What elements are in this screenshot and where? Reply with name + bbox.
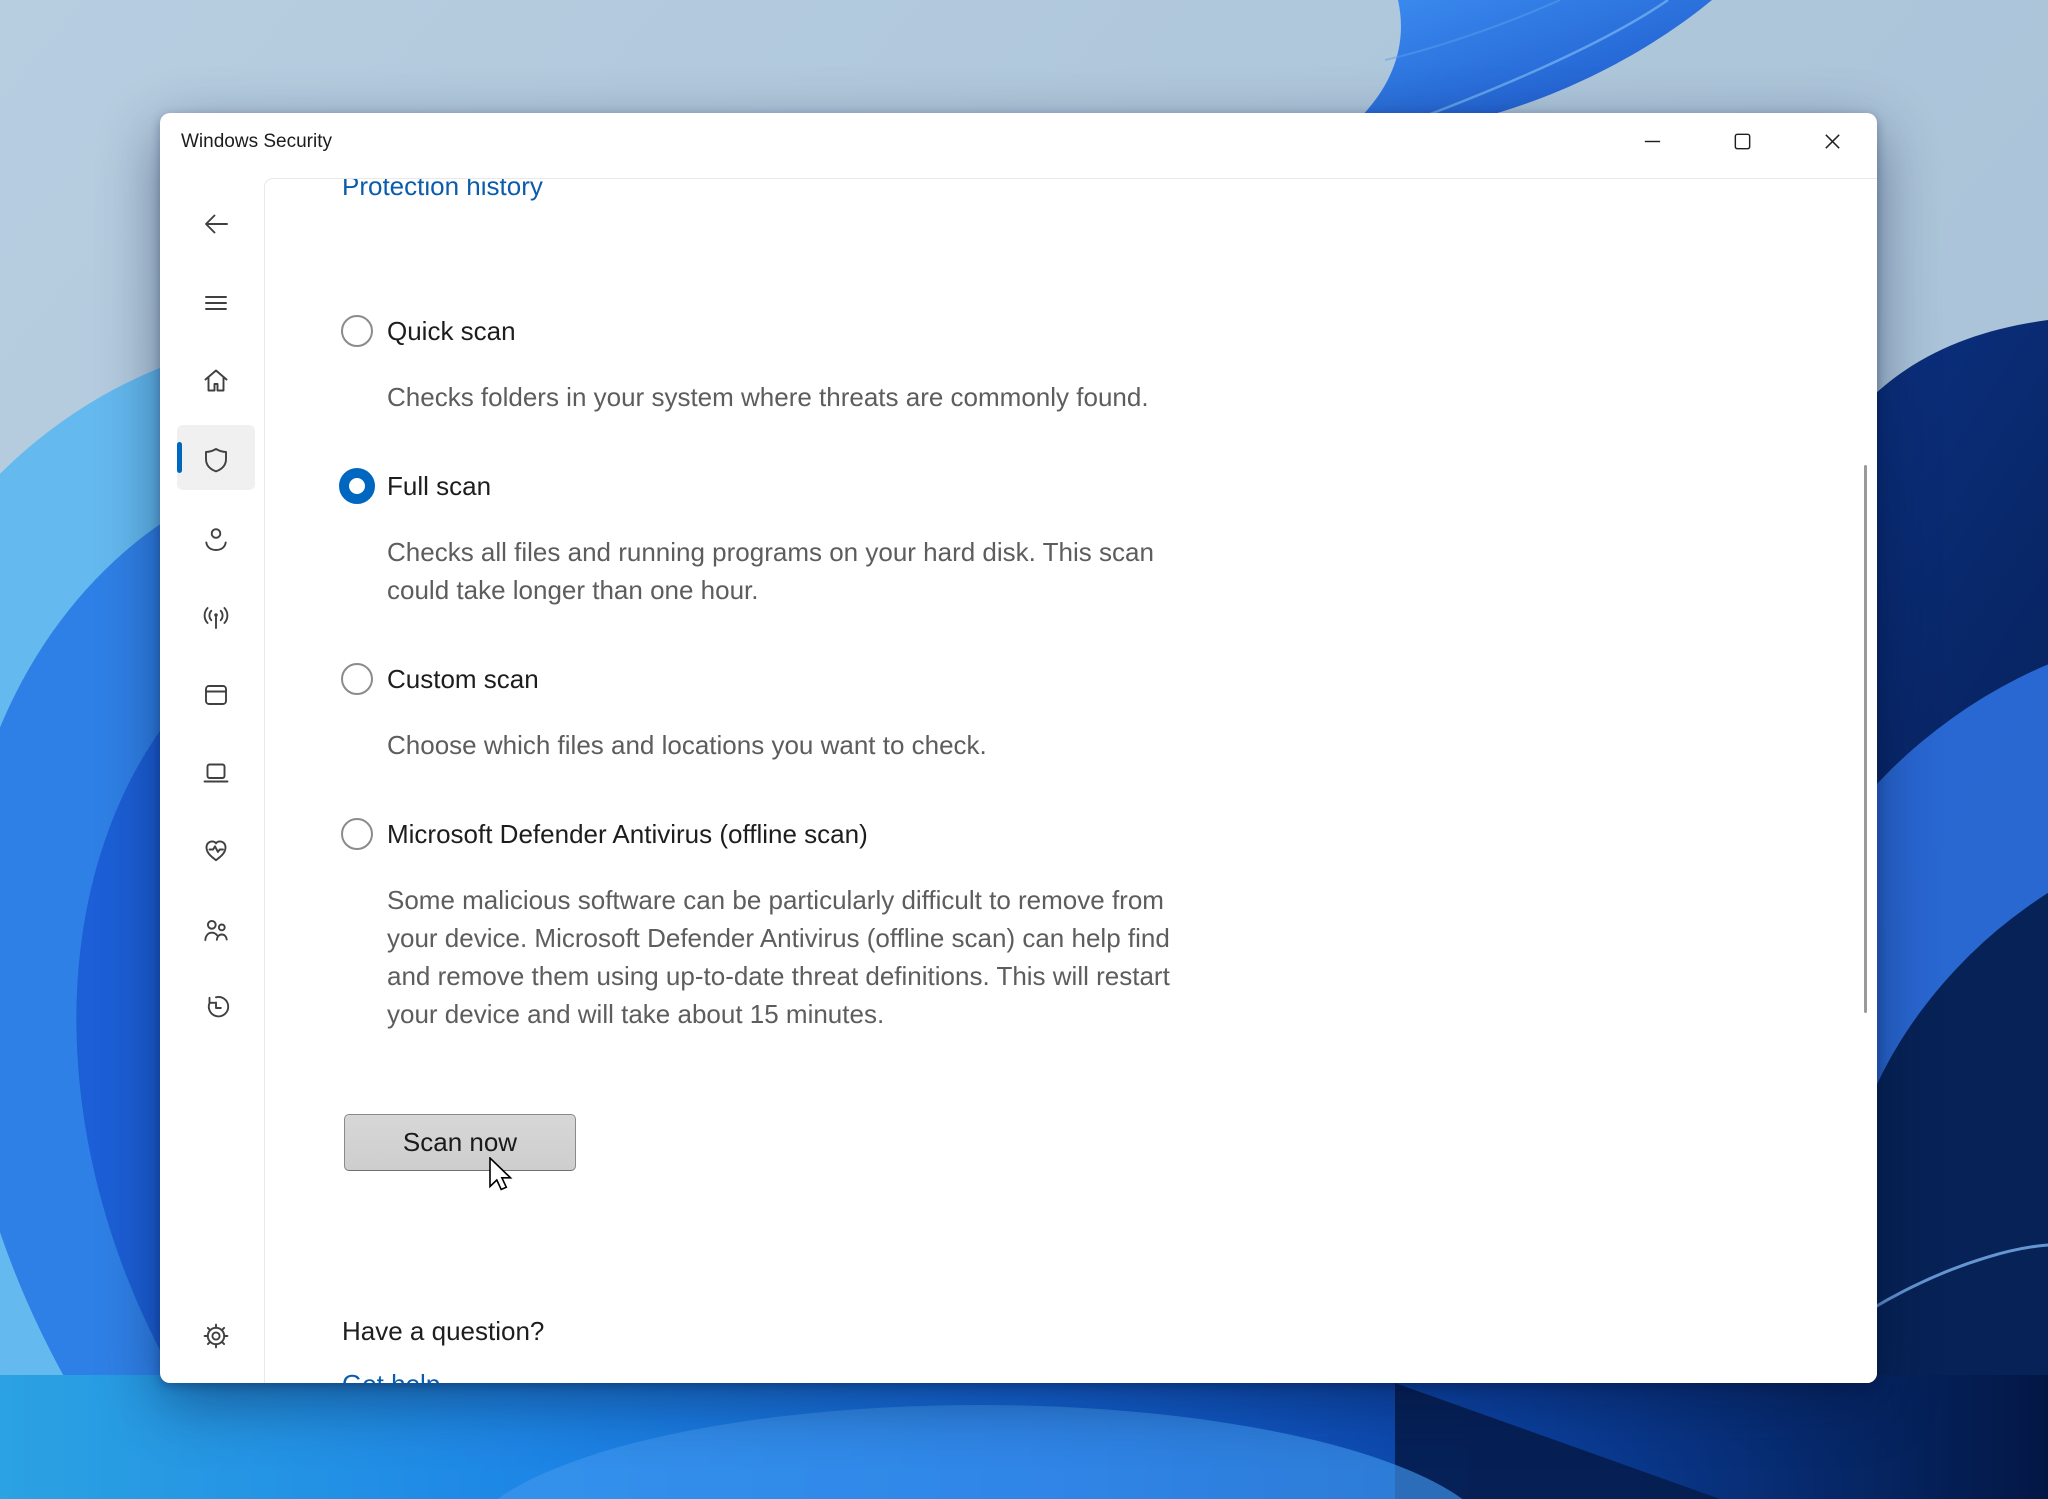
sidebar-item-app-browser-control[interactable] <box>200 679 232 711</box>
scan-now-button[interactable]: Scan now <box>344 1114 576 1171</box>
desktop: Windows Security Protection history Quic… <box>0 0 2048 1499</box>
option-label-microsoft-defender-antivirus-offline-scan[interactable]: Microsoft Defender Antivirus (offline sc… <box>387 815 1299 853</box>
content-card: Protection history Quick scan Checks fold… <box>264 178 1877 1383</box>
person-icon <box>205 528 227 551</box>
sidebar-item-home[interactable] <box>200 365 232 397</box>
laptop-icon <box>203 763 229 783</box>
scan-options-group: Quick scan Checks folders in your system … <box>339 312 1299 1084</box>
home-icon <box>204 369 228 392</box>
option-description-quick-scan: Checks folders in your system where thre… <box>387 382 1149 412</box>
sidebar-item-virus-threat-protection[interactable] <box>200 444 232 476</box>
scan-option-custom-scan: Custom scan Choose which files and locati… <box>339 660 1299 764</box>
sidebar-item-family-options[interactable] <box>200 914 232 946</box>
gear-icon <box>203 1323 229 1349</box>
menu-button[interactable] <box>200 287 232 319</box>
close-button[interactable] <box>1787 113 1877 170</box>
titlebar: Windows Security <box>160 113 1877 170</box>
app-window-icon <box>205 685 227 705</box>
minimize-button[interactable] <box>1607 113 1697 170</box>
sidebar-item-account-protection[interactable] <box>200 523 232 555</box>
maximize-icon <box>1734 133 1750 150</box>
scan-option-quick-scan: Quick scan Checks folders in your system … <box>339 312 1299 416</box>
radio-full-scan[interactable] <box>339 468 375 504</box>
mouse-cursor <box>489 1157 513 1191</box>
sidebar-item-device-performance-health[interactable] <box>200 834 232 866</box>
option-label-full-scan[interactable]: Full scan <box>387 467 1299 505</box>
close-icon <box>1824 134 1840 149</box>
back-button[interactable] <box>200 208 232 240</box>
option-label-quick-scan[interactable]: Quick scan <box>387 312 1299 350</box>
heart-pulse-icon <box>205 840 227 862</box>
sidebar-item-device-security[interactable] <box>200 757 232 789</box>
window-title: Windows Security <box>181 130 332 152</box>
sidebar-item-firewall-network[interactable] <box>200 602 232 634</box>
family-people-icon <box>204 919 228 941</box>
option-label-custom-scan[interactable]: Custom scan <box>387 660 1299 698</box>
radio-quick-scan[interactable] <box>341 315 373 347</box>
maximize-button[interactable] <box>1697 113 1787 170</box>
shield-icon <box>205 448 227 473</box>
radio-microsoft-defender-antivirus-offline-scan[interactable] <box>341 818 373 850</box>
protection-history-link[interactable]: Protection history <box>342 179 543 206</box>
caption-buttons <box>1607 113 1877 170</box>
option-description-custom-scan: Choose which files and locations you wan… <box>387 730 987 760</box>
minimize-icon <box>1644 140 1660 143</box>
scan-option-microsoft-defender-antivirus-offline-scan: Microsoft Defender Antivirus (offline sc… <box>339 815 1299 1033</box>
selected-nav-indicator <box>177 442 182 473</box>
have-a-question-text: Have a question? <box>342 1316 545 1346</box>
settings-button[interactable] <box>200 1320 232 1352</box>
get-help-link[interactable]: Get help <box>342 1365 440 1383</box>
back-arrow-icon <box>205 214 228 234</box>
antenna-icon <box>203 607 229 629</box>
option-description-microsoft-defender-antivirus-offline-scan: Some malicious software can be particula… <box>387 885 1170 1029</box>
windows-security-window: Windows Security Protection history Quic… <box>160 113 1877 1383</box>
radio-custom-scan[interactable] <box>341 663 373 695</box>
scrollbar-thumb[interactable] <box>1864 465 1867 1013</box>
scan-option-full-scan: Full scan Checks all files and running pr… <box>339 467 1299 609</box>
history-clock-icon <box>207 996 230 1018</box>
hamburger-menu-icon <box>205 296 227 310</box>
sidebar-item-protection-history[interactable] <box>200 991 232 1023</box>
option-description-full-scan: Checks all files and running programs on… <box>387 537 1154 605</box>
